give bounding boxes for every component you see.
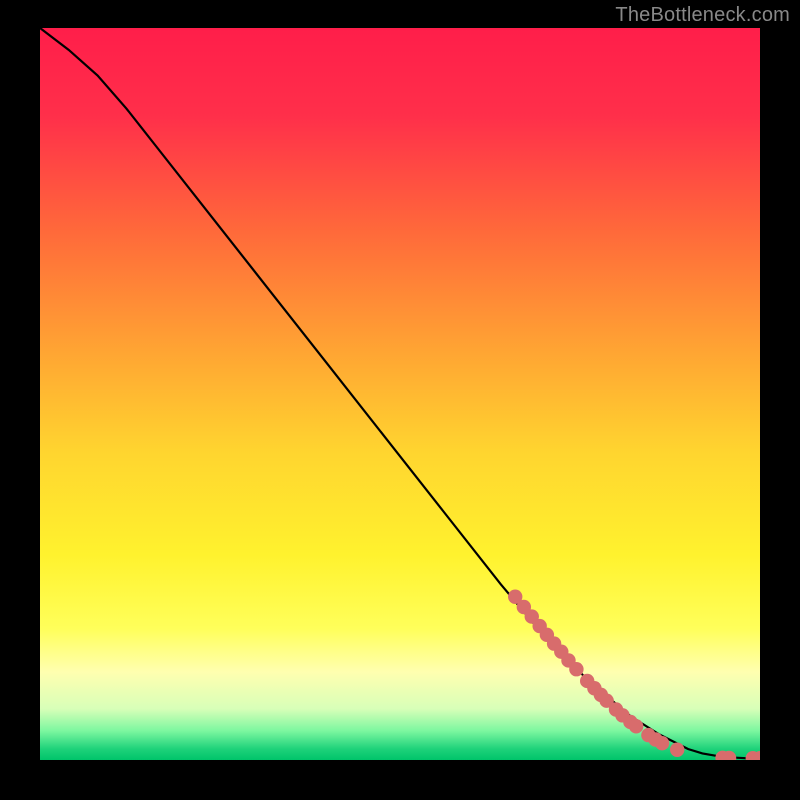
data-point: [629, 719, 643, 733]
data-point: [569, 662, 583, 676]
plot-svg: [40, 28, 760, 760]
plot-area: [40, 28, 760, 760]
data-point: [655, 736, 669, 750]
gradient-background: [40, 28, 760, 760]
data-point: [670, 743, 684, 757]
chart-frame: TheBottleneck.com: [0, 0, 800, 800]
watermark-text: TheBottleneck.com: [615, 4, 790, 27]
